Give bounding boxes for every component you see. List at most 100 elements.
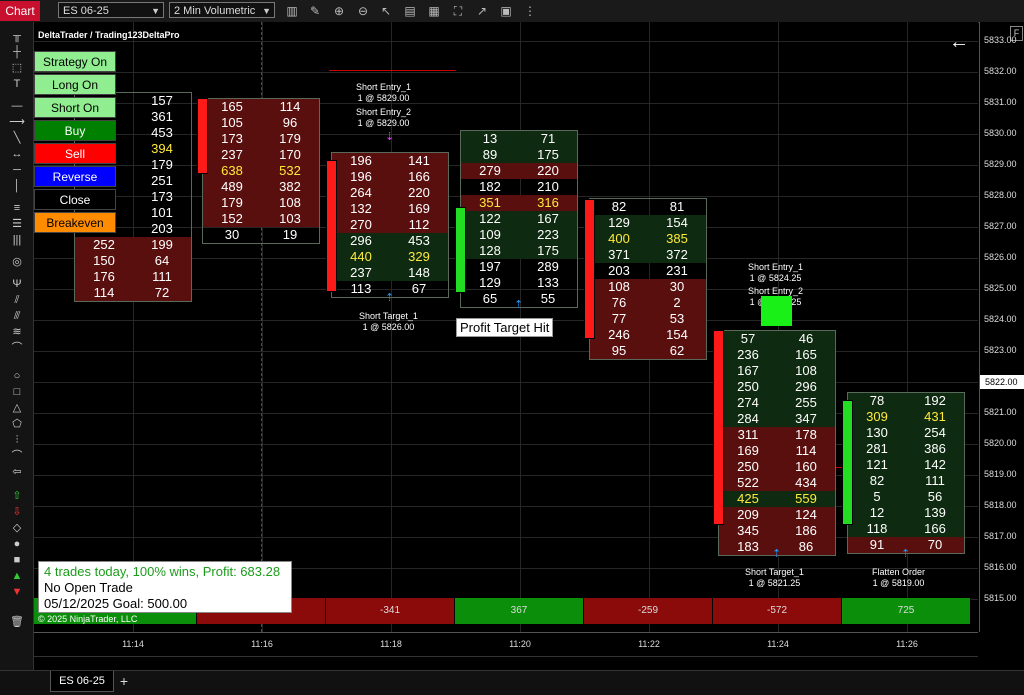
footprint-row: 279 220 xyxy=(461,163,577,179)
cursor-icon[interactable]: ↖ xyxy=(378,3,394,19)
ask-volume: 173 xyxy=(151,189,173,204)
instrument-selector[interactable]: ES 06-25 ▼ xyxy=(58,2,164,18)
ask-volume: 67 xyxy=(411,281,427,296)
instrument-value: ES 06-25 xyxy=(63,5,109,17)
zoom-in-icon[interactable]: ⊕ xyxy=(331,3,347,19)
candle-bar xyxy=(713,330,724,525)
toggle-panels-icon[interactable]: ▦ xyxy=(426,3,442,19)
sell-button[interactable]: Sell xyxy=(34,143,116,164)
triangle-icon[interactable]: △ xyxy=(8,400,26,416)
back-arrow-icon[interactable]: ← xyxy=(949,32,969,52)
bar-type-icon[interactable]: ▥ xyxy=(284,3,300,19)
bid-volume: 132 xyxy=(350,201,372,216)
polygon-icon[interactable]: ⬠ xyxy=(8,416,26,432)
rectangle-icon[interactable]: □ xyxy=(8,384,26,400)
chevron-down-icon: ▼ xyxy=(262,6,271,16)
ruler-icon[interactable]: ╥ xyxy=(8,28,26,44)
footprint-cluster[interactable]: 57 46 236 165 167 108 250 296 274 255 284 347 311 178… xyxy=(718,330,836,556)
horizontal-line-icon[interactable]: ─ xyxy=(8,162,26,178)
triangle-down-icon[interactable]: ▼ xyxy=(8,584,26,600)
flatten-arrow-icon: ⇡ xyxy=(901,548,911,560)
square-icon[interactable]: ■ xyxy=(8,552,26,568)
footprint-row: 82 111 xyxy=(848,473,964,489)
fib-retracement-icon[interactable]: ≡ xyxy=(8,200,26,216)
region-icon[interactable]: ⬚ xyxy=(8,60,26,76)
footprint-cluster[interactable]: 165 114 105 96 173 179 237 170 638 532 489 382 179 10… xyxy=(202,98,320,244)
horizontal-scrollbar[interactable] xyxy=(34,656,978,667)
fib-time-icon[interactable]: ||| xyxy=(8,232,26,248)
more-icon[interactable]: ⋮ xyxy=(522,3,538,19)
text-icon[interactable]: T xyxy=(8,76,26,92)
arrow-down-icon[interactable]: ⇩ xyxy=(8,504,26,520)
ask-volume: 179 xyxy=(279,131,301,146)
arrow-up-icon[interactable]: ⇧ xyxy=(8,488,26,504)
ask-volume: 431 xyxy=(924,409,946,424)
bar-delta: 725 xyxy=(842,598,971,624)
trash-icon[interactable]: 🗑 xyxy=(8,614,26,630)
trend-channel-icon[interactable]: ≋ xyxy=(8,324,26,340)
bid-volume: 113 xyxy=(350,281,372,296)
breakeven-button[interactable]: Breakeven xyxy=(34,212,116,233)
ask-volume: 96 xyxy=(282,115,298,130)
properties-icon[interactable]: ▤ xyxy=(402,3,418,19)
arrow-line-icon[interactable]: ⇦ xyxy=(8,464,26,480)
extended-line-icon[interactable]: ↔ xyxy=(8,146,26,162)
strategy-on-button[interactable]: Strategy On xyxy=(34,51,116,72)
regression-channel-icon[interactable]: ⫻ xyxy=(8,308,26,324)
footprint-cluster[interactable]: 78 192 309 431 130 254 281 386 121 142 82 111 5 56 12 1… xyxy=(847,392,965,554)
volume-profile-icon[interactable]: ⫶ xyxy=(8,432,26,448)
close-button[interactable]: Close xyxy=(34,189,116,210)
add-tab-button[interactable]: + xyxy=(116,672,132,690)
gann-fan-icon[interactable]: ⫽ xyxy=(8,292,26,308)
footprint-row: 132 169 xyxy=(332,201,448,217)
bid-volume: 57 xyxy=(740,331,756,346)
chart-tab[interactable]: Chart xyxy=(0,1,40,21)
zoom-out-icon[interactable]: ⊖ xyxy=(355,3,371,19)
footprint-cluster[interactable]: 82 81 129 154 400 385 371 372 203 231 108 30 76 2 77 53… xyxy=(589,198,707,360)
entry-fill-box xyxy=(761,296,792,326)
triangle-up-icon[interactable]: ▲ xyxy=(8,568,26,584)
footprint-row: 108 30 xyxy=(590,279,706,295)
dot-icon[interactable]: ● xyxy=(8,536,26,552)
path-icon[interactable]: ⌒ xyxy=(8,448,26,464)
data-box-icon[interactable]: ▣ xyxy=(498,3,514,19)
bid-volume: 179 xyxy=(221,195,243,210)
footprint-cluster[interactable]: 13 71 89 175 279 220 182 210 351 316 122 167 109 223 1… xyxy=(460,130,578,308)
time-tick: 11:24 xyxy=(767,639,789,649)
bid-volume: 65 xyxy=(482,291,498,306)
ask-volume: 254 xyxy=(924,425,946,440)
diamond-icon[interactable]: ◇ xyxy=(8,520,26,536)
grid-line xyxy=(34,444,978,445)
price-tick: 5830.00 xyxy=(984,128,1017,138)
strategy-icon[interactable]: ↗ xyxy=(474,3,490,19)
chart-panel[interactable]: DeltaTrader / Trading123DeltaPro ← 157 36… xyxy=(34,22,978,632)
footprint-row: 129 154 xyxy=(590,215,706,231)
arc-icon[interactable]: ⌒ xyxy=(8,340,26,356)
short-on-button[interactable]: Short On xyxy=(34,97,116,118)
fib-extension-icon[interactable]: ☰ xyxy=(8,216,26,232)
vertical-line-icon[interactable]: │ xyxy=(8,178,26,194)
time-axis[interactable]: 11:14 11:16 11:18 11:20 11:22 11:24 11:26 xyxy=(34,632,978,655)
interval-selector[interactable]: 2 Min Volumetric ▼ xyxy=(169,2,275,18)
andrews-pitchfork-icon[interactable]: Ψ xyxy=(8,276,26,292)
reverse-button[interactable]: Reverse xyxy=(34,166,116,187)
draw-pencil-icon[interactable]: ✎ xyxy=(307,3,323,19)
footprint-row: 638 532 xyxy=(203,163,319,179)
crosshair-icon[interactable]: ┼ xyxy=(8,44,26,60)
ask-volume: 192 xyxy=(924,393,946,408)
footprint-row: 237 170 xyxy=(203,147,319,163)
ellipse-icon[interactable]: ○ xyxy=(8,368,26,384)
footprint-row: 182 210 xyxy=(461,179,577,195)
tab-es-06-25[interactable]: ES 06-25 xyxy=(50,671,114,692)
buy-button[interactable]: Buy xyxy=(34,120,116,141)
screenshot-icon[interactable]: ⛶ xyxy=(450,3,466,19)
bid-volume: 130 xyxy=(866,425,888,440)
strategy-header: DeltaTrader / Trading123DeltaPro xyxy=(38,30,180,40)
price-axis[interactable]: F 5833.00 5832.00 5831.00 5830.00 5829.00 582… xyxy=(979,22,1024,632)
fib-circle-icon[interactable]: ◎ xyxy=(8,254,26,270)
line-icon[interactable]: — xyxy=(8,98,26,114)
diagonal-line-icon[interactable]: ╲ xyxy=(8,130,26,146)
ray-icon[interactable]: ⟶ xyxy=(8,114,26,130)
long-on-button[interactable]: Long On xyxy=(34,74,116,95)
footprint-cluster[interactable]: 196 141 196 166 264 220 132 169 270 112 296 453 440 3… xyxy=(331,152,449,298)
